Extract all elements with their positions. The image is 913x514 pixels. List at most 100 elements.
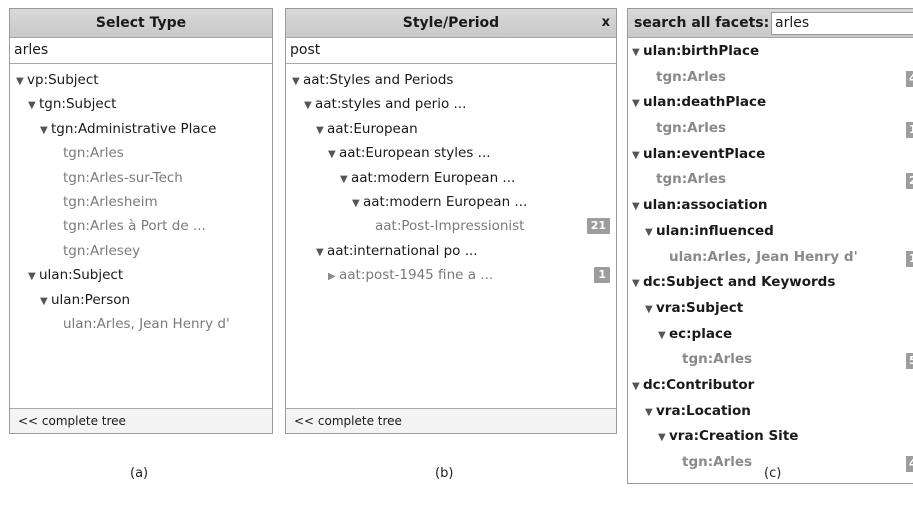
tree-node-item[interactable]: ▼ ec:place <box>628 322 913 348</box>
tree-node-item[interactable]: ▼ tgn:Administrative Place <box>10 117 272 141</box>
tree-leaf-item[interactable]: tgn:Arlesey <box>10 239 272 263</box>
tree-item-label: aat:post-1945 fine a ... <box>339 267 494 284</box>
tree-node-item[interactable]: ▼ aat:European <box>286 117 616 141</box>
tree-node-item[interactable]: ▼ vp:Subject <box>10 68 272 92</box>
count-badge: 21 <box>586 218 610 235</box>
expanded-triangle-icon[interactable]: ▼ <box>632 143 643 169</box>
tree-node-item[interactable]: ▼ ulan:Subject <box>10 263 272 287</box>
tree-node-item[interactable]: ▼ aat:modern European ... <box>286 166 616 190</box>
expanded-triangle-icon[interactable]: ▼ <box>645 220 656 246</box>
tree-leaf-item[interactable]: aat:Post-Impressionist 21 <box>286 214 616 238</box>
expanded-triangle-icon[interactable]: ▼ <box>632 271 643 297</box>
tree-item-label: aat:modern European ... <box>363 193 528 210</box>
tree-leaf-item[interactable]: tgn:Arles <box>10 141 272 165</box>
tree-item-label: tgn:Arles <box>656 120 727 137</box>
expanded-triangle-icon[interactable]: ▼ <box>28 265 39 289</box>
tree-node-item[interactable]: ▼ aat:modern European ... <box>286 190 616 214</box>
caption-b: (b) <box>435 466 454 481</box>
close-button[interactable]: x <box>602 9 610 37</box>
tree-item-label: ulan:birthPlace <box>643 43 760 59</box>
type-search-input[interactable]: arles <box>10 38 272 64</box>
style-search-input[interactable]: post <box>286 38 616 64</box>
tree-node-item[interactable]: ▼ vra:Subject <box>628 296 913 322</box>
tree-item-label: ulan:deathPlace <box>643 94 767 111</box>
panel-title-text: Style/Period <box>402 15 500 31</box>
expanded-triangle-icon[interactable]: ▼ <box>632 40 643 66</box>
tree-leaf-item[interactable]: ulan:Arles, Jean Henry d' 1 <box>628 245 913 271</box>
tree-item-label: ulan:eventPlace <box>643 145 766 162</box>
tree-item-label: vra:Creation Site <box>669 428 799 445</box>
tree-item-label: aat:Post-Impressionist <box>375 218 525 235</box>
expanded-triangle-icon[interactable]: ▼ <box>658 323 669 349</box>
expanded-triangle-icon[interactable]: ▼ <box>340 168 351 192</box>
tree-leaf-item[interactable]: tgn:Arles 4 <box>628 65 913 91</box>
tree-item-label: ulan:Arles, Jean Henry d' <box>669 248 858 265</box>
tree-node-item[interactable]: ▼ ulan:birthPlace <box>628 39 913 65</box>
count-badge: 1 <box>906 122 913 139</box>
expanded-triangle-icon[interactable]: ▼ <box>316 119 327 143</box>
tree-node-item[interactable]: ▼ aat:international po ... <box>286 239 616 263</box>
tree-node-item[interactable]: ▼ ulan:deathPlace <box>628 90 913 116</box>
tree-leaf-item[interactable]: tgn:Arles 1 <box>628 116 913 142</box>
tree-leaf-item[interactable]: tgn:Arles à Port de ... <box>10 214 272 238</box>
tree-item-label: ec:place <box>669 325 733 342</box>
tree-node-item[interactable]: ▼ vra:Creation Site <box>628 424 913 450</box>
tree-item-label: tgn:Arlesey <box>63 242 141 259</box>
tree-leaf-item[interactable]: ulan:Arles, Jean Henry d' <box>10 312 272 336</box>
tree-node-item[interactable]: ▼ dc:Contributor <box>628 373 913 399</box>
tree-leaf-item[interactable]: tgn:Arlesheim <box>10 190 272 214</box>
count-badge: 4 <box>906 456 913 472</box>
tree-item-label: dc:Subject and Keywords <box>643 274 836 291</box>
expanded-triangle-icon[interactable]: ▼ <box>304 94 315 118</box>
select-type-panel: Select Type arles ▼ vp:Subject ▼ tgn:Subjec… <box>9 8 273 434</box>
style-period-panel: Style/Period x post ▼ aat:Styles and Peri… <box>285 8 617 434</box>
expanded-triangle-icon[interactable]: ▼ <box>316 241 327 265</box>
expanded-triangle-icon[interactable]: ▼ <box>16 70 27 94</box>
tree-item-label: aat:modern European ... <box>351 169 516 186</box>
tree-item-label: dc:Contributor <box>643 376 755 393</box>
tree-node-item[interactable]: ▼ aat:Styles and Periods <box>286 68 616 92</box>
tree-node-item[interactable]: ▼ dc:Subject and Keywords <box>628 270 913 296</box>
count-badge: 1 <box>906 250 913 267</box>
expanded-triangle-icon[interactable]: ▼ <box>352 192 363 216</box>
tree-node-item[interactable]: ▼ ulan:Person <box>10 288 272 312</box>
facet-tree: ▼ulan:birthPlacetgn:Arles4▼ulan:deathPla… <box>628 38 913 476</box>
all-facets-panel: search all facets: arles ▼ ulan:birthPlac… <box>627 8 913 484</box>
facet-search-input[interactable]: arles <box>771 12 913 35</box>
tree-node-item[interactable]: ▼ ulan:eventPlace <box>628 142 913 168</box>
expanded-triangle-icon[interactable]: ▼ <box>632 91 643 117</box>
tree-node-item[interactable]: ▼ aat:styles and perio ... <box>286 92 616 116</box>
expanded-triangle-icon[interactable]: ▼ <box>632 374 643 400</box>
expanded-triangle-icon[interactable]: ▼ <box>632 194 643 220</box>
tree-leaf-item[interactable]: ▶ aat:post-1945 fine a ... 1 <box>286 263 616 287</box>
tree-item-label: tgn:Arles à Port de ... <box>63 218 206 235</box>
tree-leaf-item[interactable]: tgn:Arles 5 <box>628 347 913 373</box>
tree-item-label: tgn:Administrative Place <box>51 120 217 137</box>
collapsed-triangle-icon[interactable]: ▶ <box>328 265 339 289</box>
tree-item-label: aat:international po ... <box>327 242 478 259</box>
expanded-triangle-icon[interactable]: ▼ <box>40 290 51 314</box>
tree-leaf-item[interactable]: tgn:Arles 2 <box>628 167 913 193</box>
count-badge: 1 <box>594 267 610 284</box>
expanded-triangle-icon[interactable]: ▼ <box>658 425 669 451</box>
tree-node-item[interactable]: ▼ ulan:influenced <box>628 219 913 245</box>
complete-tree-link[interactable]: << complete tree <box>10 408 272 433</box>
tree-item-label: ulan:association <box>643 197 768 214</box>
expanded-triangle-icon[interactable]: ▼ <box>28 94 39 118</box>
tree-item-label: tgn:Arles <box>682 454 753 470</box>
type-tree: ▼ vp:Subject ▼ tgn:Subject ▼ tgn:Administrati… <box>10 64 272 336</box>
tree-node-item[interactable]: ▼ ulan:association <box>628 193 913 219</box>
complete-tree-link[interactable]: << complete tree <box>286 408 616 433</box>
expanded-triangle-icon[interactable]: ▼ <box>40 119 51 143</box>
tree-leaf-item[interactable]: tgn:Arles-sur-Tech <box>10 166 272 190</box>
tree-node-item[interactable]: ▼ aat:European styles ... <box>286 141 616 165</box>
expanded-triangle-icon[interactable]: ▼ <box>328 143 339 167</box>
tree-item-label: tgn:Arles-sur-Tech <box>63 169 183 186</box>
expanded-triangle-icon[interactable]: ▼ <box>645 297 656 323</box>
count-badge: 2 <box>906 173 913 190</box>
tree-node-item[interactable]: ▼ vra:Location <box>628 399 913 425</box>
tree-node-item[interactable]: ▼ tgn:Subject <box>10 92 272 116</box>
expanded-triangle-icon[interactable]: ▼ <box>292 70 303 94</box>
caption-a: (a) <box>130 466 149 481</box>
expanded-triangle-icon[interactable]: ▼ <box>645 400 656 426</box>
